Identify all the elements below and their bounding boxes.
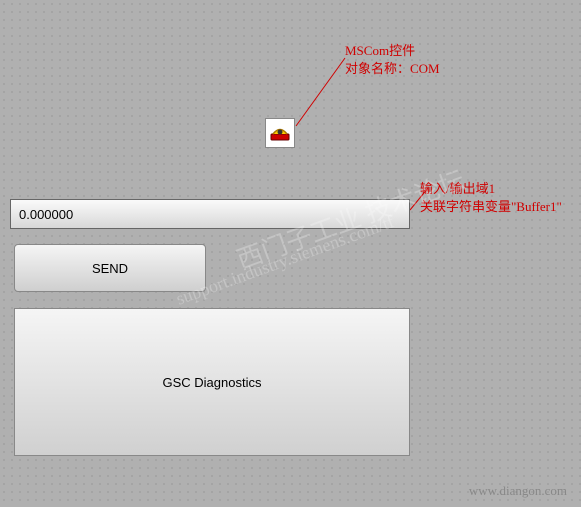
diagnostics-label: GSC Diagnostics <box>163 375 262 390</box>
annotation-io-field: 输入/输出域1 关联字符串变量"Buffer1" <box>420 180 562 216</box>
annotation-text: 输入/输出域1 <box>420 180 562 198</box>
send-button[interactable]: SEND <box>14 244 206 292</box>
annotation-mscom: MSCom控件 对象名称：COM <box>345 42 440 78</box>
annotation-text: 关联字符串变量"Buffer1" <box>420 198 562 216</box>
footer-watermark: www.diangon.com <box>469 483 567 499</box>
annotation-text: 对象名称：COM <box>345 60 440 78</box>
io-field-1[interactable] <box>10 199 410 229</box>
gsc-diagnostics-panel[interactable]: GSC Diagnostics <box>14 308 410 456</box>
mscom-control[interactable] <box>265 118 295 148</box>
phone-icon <box>268 119 292 148</box>
annotation-text: MSCom控件 <box>345 42 440 60</box>
